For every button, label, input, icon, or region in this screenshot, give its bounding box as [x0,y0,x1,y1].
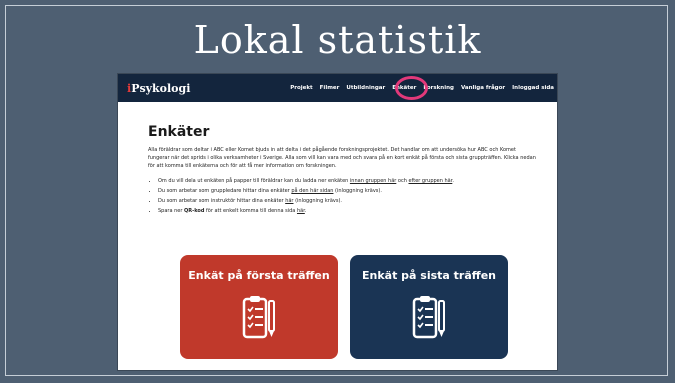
survey-card-first[interactable]: Enkät på första träffen [180,255,338,359]
site-navbar: iPsykologi Projekt Filmer Utbildningar E… [118,74,557,102]
link-before-group[interactable]: innan gruppen här [350,178,396,184]
nav-item-filmer[interactable]: Filmer [320,85,340,91]
slide-title: Lokal statistik [193,18,482,62]
page-content: Enkäter Alla föräldrar som deltar i ABC … [148,124,538,216]
nav-item-projekt[interactable]: Projekt [290,85,312,91]
list-item: Du som arbetar som gruppledare hittar di… [158,186,538,196]
website-screenshot: iPsykologi Projekt Filmer Utbildningar E… [118,74,557,370]
bullet-text: (inloggning krävs). [333,188,382,194]
highlight-circle [395,76,428,100]
clipboard-checklist-icon [242,296,275,339]
bullet-text: (inloggning krävs). [293,198,342,204]
link-after-group[interactable]: efter gruppen här [408,178,452,184]
bullet-list: Om du vill dela ut enkäten på papper til… [148,176,538,216]
link-group-leader-page[interactable]: på den här sidan [291,188,333,194]
bullet-text: och [396,178,409,184]
site-logo[interactable]: iPsykologi [127,82,190,95]
clipboard-checklist-icon [412,296,445,339]
page-heading: Enkäter [148,124,210,140]
card-label: Enkät på sista träffen [362,269,496,282]
bullet-text: Du som arbetar som instruktör hittar din… [158,198,286,204]
link-qr-code[interactable]: här [297,208,305,214]
logo-text: Psykologi [131,81,191,95]
bullet-text: Om du vill dela ut enkäten på papper til… [158,178,350,184]
survey-card-last[interactable]: Enkät på sista träffen [350,255,508,359]
bullet-text: Du som arbetar som gruppledare hittar di… [158,188,292,194]
bullet-text: för att enkelt komma till denna sida [204,208,297,214]
nav-item-inloggad-sida[interactable]: Inloggad sida [512,85,554,91]
bullet-text: . [304,208,307,214]
qr-code-label: QR-kod [184,208,205,214]
list-item: Spara ner QR-kod för att enkelt komma ti… [158,206,538,216]
bullet-text: Spara ner [158,208,185,214]
bullet-text: . [452,178,454,184]
list-item: Om du vill dela ut enkäten på papper til… [158,176,538,186]
list-item: Du som arbetar som instruktör hittar din… [158,196,538,206]
nav-item-utbildningar[interactable]: Utbildningar [346,85,385,91]
card-label: Enkät på första träffen [188,269,330,282]
nav-item-vanliga-fragor[interactable]: Vanliga frågor [461,85,505,91]
intro-text: Alla föräldrar som deltar i ABC eller Ko… [148,147,536,169]
